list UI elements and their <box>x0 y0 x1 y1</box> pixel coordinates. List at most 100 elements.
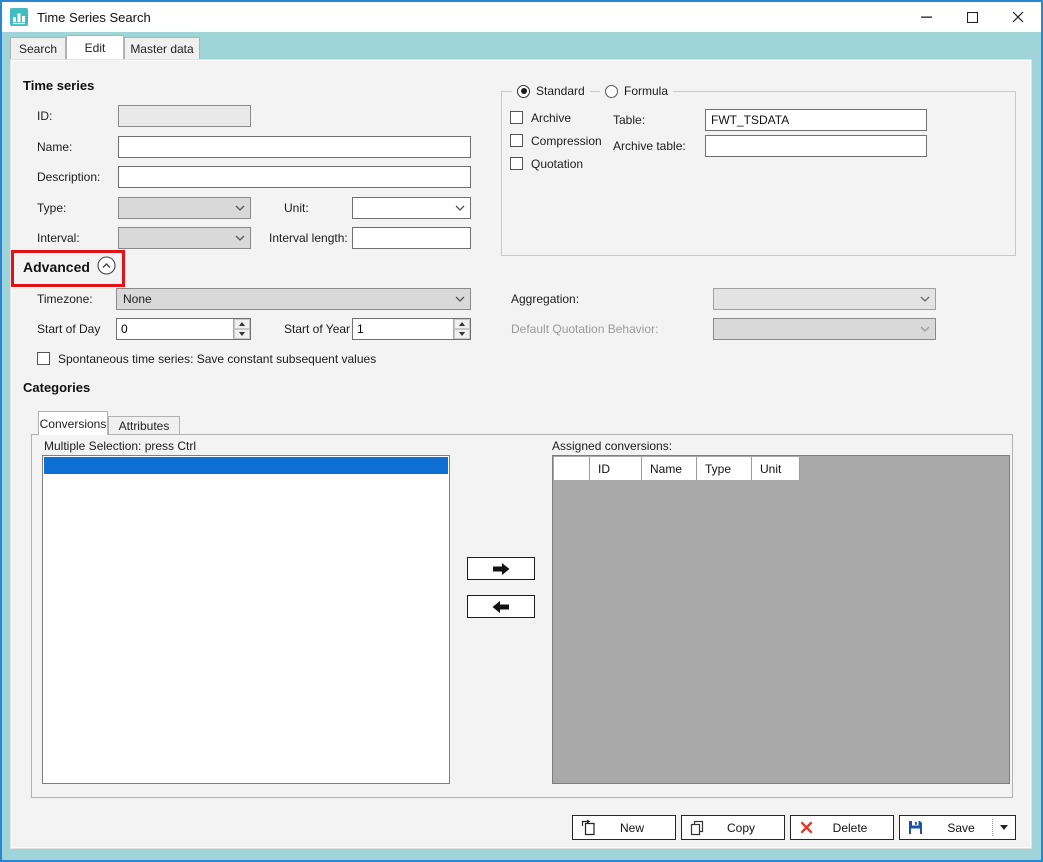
edit-panel: Time series ID: Name: Description: Type:… <box>10 59 1032 849</box>
spontaneous-label: Spontaneous time series: Save constant s… <box>58 348 376 370</box>
unit-dropdown[interactable] <box>352 197 471 219</box>
close-button[interactable] <box>995 2 1041 32</box>
minimize-icon <box>921 12 932 22</box>
start-of-day-input[interactable] <box>117 319 233 339</box>
save-menu-caret-icon[interactable] <box>1000 825 1008 830</box>
aggregation-dropdown <box>713 288 936 310</box>
tab-conversions[interactable]: Conversions <box>38 411 108 435</box>
default-quotation-dropdown <box>713 318 936 340</box>
tab-master-data[interactable]: Master data <box>124 37 200 59</box>
app-bar-chart-icon <box>10 8 28 26</box>
minimize-button[interactable] <box>903 2 949 32</box>
tab-edit[interactable]: Edit <box>66 35 124 59</box>
grid-column-id: ID <box>590 457 642 480</box>
grid-column-type: Type <box>697 457 752 480</box>
window-title: Time Series Search <box>37 10 151 25</box>
advanced-section-title: Advanced <box>23 259 90 275</box>
chevron-down-icon <box>230 235 250 241</box>
archive-table-label: Archive table: <box>613 135 686 157</box>
assigned-conversions-grid[interactable]: ID Name Type Unit <box>552 455 1010 784</box>
assigned-conversions-label: Assigned conversions: <box>552 435 672 457</box>
storage-groupbox: Standard Formula Archive Compression Quo… <box>501 91 1016 256</box>
tab-search[interactable]: Search <box>10 37 66 59</box>
default-quotation-label: Default Quotation Behavior: <box>511 318 658 340</box>
conversions-listbox[interactable] <box>42 455 450 784</box>
copy-button[interactable]: Copy <box>681 815 785 840</box>
maximize-button[interactable] <box>949 2 995 32</box>
compression-checkbox[interactable] <box>510 134 523 147</box>
tab-attributes[interactable]: Attributes <box>108 416 180 435</box>
unit-label: Unit: <box>284 197 309 219</box>
id-label: ID: <box>37 105 52 127</box>
quotation-label: Quotation <box>531 153 583 175</box>
spinner-down-icon[interactable] <box>234 329 250 339</box>
quotation-checkbox[interactable] <box>510 157 523 170</box>
time-series-search-window: Time Series Search Search Edit Master da… <box>0 0 1043 862</box>
save-floppy-icon <box>900 820 930 835</box>
start-of-day-stepper[interactable] <box>116 318 251 340</box>
close-icon <box>1012 11 1024 23</box>
new-button[interactable]: New <box>572 815 676 840</box>
time-series-section-title: Time series <box>23 78 94 93</box>
grid-column-unit: Unit <box>752 457 800 480</box>
name-label: Name: <box>37 136 72 158</box>
radio-unselected-icon <box>605 85 618 98</box>
description-field[interactable] <box>118 166 471 188</box>
type-label: Type: <box>37 197 66 219</box>
chevron-down-icon <box>450 205 470 211</box>
start-of-year-stepper[interactable] <box>352 318 471 340</box>
timezone-dropdown: None <box>116 288 471 310</box>
archive-checkbox[interactable] <box>510 111 523 124</box>
table-field[interactable] <box>705 109 927 131</box>
spinner-up-icon[interactable] <box>454 319 470 329</box>
assign-conversion-button[interactable] <box>467 557 535 580</box>
radio-selected-icon <box>517 85 530 98</box>
delete-x-icon <box>791 821 821 834</box>
archive-label: Archive <box>531 107 571 129</box>
spinner-up-icon[interactable] <box>234 319 250 329</box>
compression-label: Compression <box>531 130 602 152</box>
type-dropdown <box>118 197 251 219</box>
interval-label: Interval: <box>37 227 80 249</box>
copy-icon <box>682 820 712 836</box>
grid-header-row: ID Name Type Unit <box>554 457 800 480</box>
delete-button[interactable]: Delete <box>790 815 894 840</box>
interval-dropdown <box>118 227 251 249</box>
selected-list-row[interactable] <box>44 457 448 474</box>
grid-column-indicator <box>554 457 590 480</box>
table-label: Table: <box>613 109 645 131</box>
description-label: Description: <box>37 166 100 188</box>
titlebar: Time Series Search <box>2 2 1041 32</box>
grid-column-name: Name <box>642 457 697 480</box>
move-right-icon <box>490 561 512 577</box>
tab-strip: Search Edit Master data Time series ID: … <box>2 32 1041 860</box>
interval-length-field[interactable] <box>352 227 471 249</box>
standard-radio[interactable]: Standard <box>512 83 590 99</box>
timezone-label: Timezone: <box>37 288 93 310</box>
spontaneous-checkbox[interactable] <box>37 352 50 365</box>
save-button[interactable]: Save <box>899 815 1016 840</box>
chevron-down-icon <box>915 296 935 302</box>
multiple-selection-hint: Multiple Selection: press Ctrl <box>44 435 196 457</box>
id-field <box>118 105 251 127</box>
new-page-icon <box>573 819 603 836</box>
conversions-tab-panel: Multiple Selection: press Ctrl Assigned … <box>31 434 1013 798</box>
archive-table-field[interactable] <box>705 135 927 157</box>
chevron-down-icon <box>450 296 470 302</box>
unassign-conversion-button[interactable] <box>467 595 535 618</box>
name-field[interactable] <box>118 136 471 158</box>
chevron-down-icon <box>915 326 935 332</box>
interval-length-label: Interval length: <box>269 227 348 249</box>
spinner-down-icon[interactable] <box>454 329 470 339</box>
save-split-divider <box>992 819 993 836</box>
categories-section-title: Categories <box>23 380 90 395</box>
start-of-year-input[interactable] <box>353 319 453 339</box>
collapse-advanced-button[interactable] <box>97 256 116 275</box>
start-of-year-label: Start of Year <box>284 318 350 340</box>
move-left-icon <box>490 599 512 615</box>
formula-radio[interactable]: Formula <box>600 83 673 99</box>
chevron-down-icon <box>230 205 250 211</box>
start-of-day-label: Start of Day <box>37 318 100 340</box>
maximize-icon <box>967 12 978 23</box>
aggregation-label: Aggregation: <box>511 288 579 310</box>
